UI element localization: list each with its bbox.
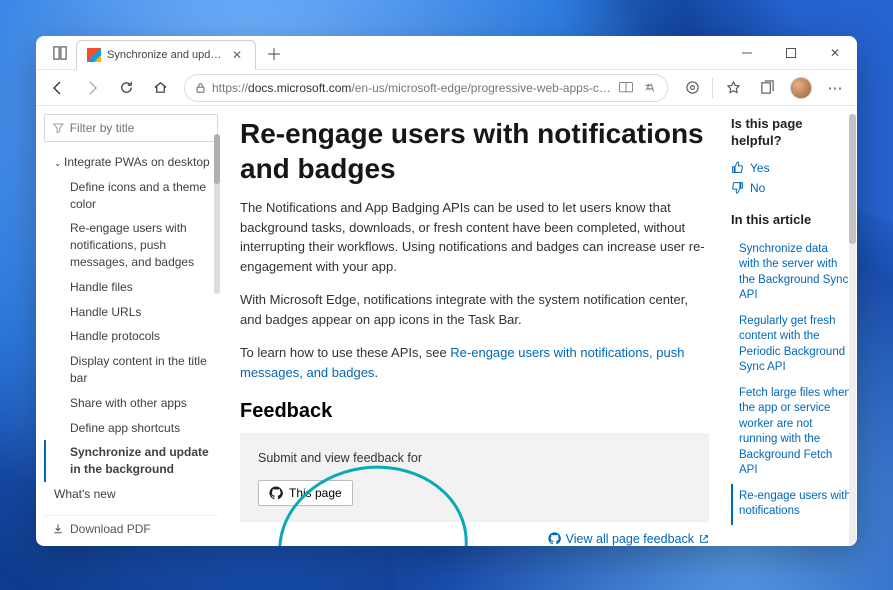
tab-close-button[interactable]: ✕ [229,47,245,63]
collections-button[interactable] [751,73,783,103]
forward-button[interactable] [76,73,108,103]
toc-heading: In this article [731,212,851,229]
profile-button[interactable] [785,73,817,103]
extensions-button[interactable] [676,73,708,103]
rightcol-scrollbar-thumb[interactable] [849,114,856,244]
page-content: ⌄ Integrate PWAs on desktop Define icons… [36,106,857,546]
home-button[interactable] [144,73,176,103]
thumbs-up-icon [731,161,744,174]
page-helpful: Is this page helpful? Yes No [731,116,851,198]
download-icon [52,523,64,535]
paragraph: With Microsoft Edge, notifications integ… [240,290,709,329]
address-bar[interactable]: https://docs.microsoft.com/en-us/microso… [184,74,668,102]
nav-item[interactable]: Define icons and a theme color [44,175,218,217]
page-title: Re-engage users with notifications and b… [240,116,709,186]
section-heading: Feedback [240,400,709,423]
thumbs-down-icon [731,181,744,194]
toc-list: Synchronize data with the server with th… [731,237,851,525]
article-main: Re-engage users with notifications and b… [222,106,727,546]
nav-parent[interactable]: ⌄ Integrate PWAs on desktop [44,150,218,175]
window-close-button[interactable]: ✕ [813,36,857,69]
nav-item[interactable]: Handle protocols [44,324,218,349]
view-all-feedback-link[interactable]: View all page feedback [548,532,709,546]
toc-link-active[interactable]: Re-engage users with notifications [731,484,851,525]
maximize-button[interactable] [769,36,813,69]
toolbar: https://docs.microsoft.com/en-us/microso… [36,70,857,106]
url-text: https://docs.microsoft.com/en-us/microso… [212,81,613,95]
nav-item[interactable]: Handle URLs [44,300,218,325]
paragraph: The Notifications and App Badging APIs c… [240,198,709,276]
nav-item[interactable]: Handle files [44,275,218,300]
helpful-no-button[interactable]: No [731,178,851,198]
helpful-heading: Is this page helpful? [731,116,851,150]
new-tab-button[interactable]: ＋ [260,39,288,67]
tab-strip: Synchronize and update a Prog… ✕ ＋ [36,36,725,69]
feedback-box: Submit and view feedback for This page [240,433,709,522]
refresh-button[interactable] [110,73,142,103]
filter-icon [53,122,64,134]
lock-icon [195,82,206,94]
paragraph: To learn how to use these APIs, see Re-e… [240,343,709,382]
filter-input[interactable] [70,121,209,135]
toc-link[interactable]: Synchronize data with the server with th… [731,237,851,309]
avatar [790,77,812,99]
nav-item[interactable]: Share with other apps [44,391,218,416]
favicon-microsoft-icon [87,48,101,62]
right-column: Is this page helpful? Yes No In this art… [727,106,857,546]
filter-box[interactable] [44,114,218,142]
window-controls: ✕ [725,36,857,69]
view-all-feedback: View all page feedback [240,532,709,546]
browser-tab[interactable]: Synchronize and update a Prog… ✕ [76,40,256,70]
toc-link[interactable]: Fetch large files when the app or servic… [731,381,851,484]
chevron-down-icon: ⌄ [54,158,64,168]
titlebar: Synchronize and update a Prog… ✕ ＋ ✕ [36,36,857,70]
favorites-button[interactable] [717,73,749,103]
left-nav: ⌄ Integrate PWAs on desktop Define icons… [36,106,222,546]
toolbar-divider [712,78,713,98]
github-icon [269,486,283,500]
github-icon [548,532,561,545]
back-button[interactable] [42,73,74,103]
nav-item[interactable]: Re-engage users with notifications, push… [44,216,218,274]
tab-title: Synchronize and update a Prog… [107,49,223,61]
feedback-prompt: Submit and view feedback for [258,449,691,468]
minimize-button[interactable] [725,36,769,69]
nav-tree: ⌄ Integrate PWAs on desktop Define icons… [44,150,218,507]
download-pdf[interactable]: Download PDF [44,515,218,542]
external-link-icon [699,534,709,544]
nav-item-active[interactable]: Synchronize and update in the background [44,440,218,482]
nav-item[interactable]: Display content in the title bar [44,349,218,391]
toc-link[interactable]: Regularly get fresh content with the Per… [731,309,851,381]
browser-window: Synchronize and update a Prog… ✕ ＋ ✕ htt… [36,36,857,546]
nav-item[interactable]: Define app shortcuts [44,416,218,441]
nav-item[interactable]: What's new [44,482,218,507]
reader-mode-icon[interactable] [619,82,633,94]
sidebar-scrollbar-thumb[interactable] [214,134,220,184]
helpful-yes-button[interactable]: Yes [731,158,851,178]
menu-button[interactable]: ⋯ [819,73,851,103]
tabs-menu-icon[interactable] [50,43,70,63]
feedback-this-page-button[interactable]: This page [258,480,353,506]
translate-icon[interactable] [643,81,657,95]
